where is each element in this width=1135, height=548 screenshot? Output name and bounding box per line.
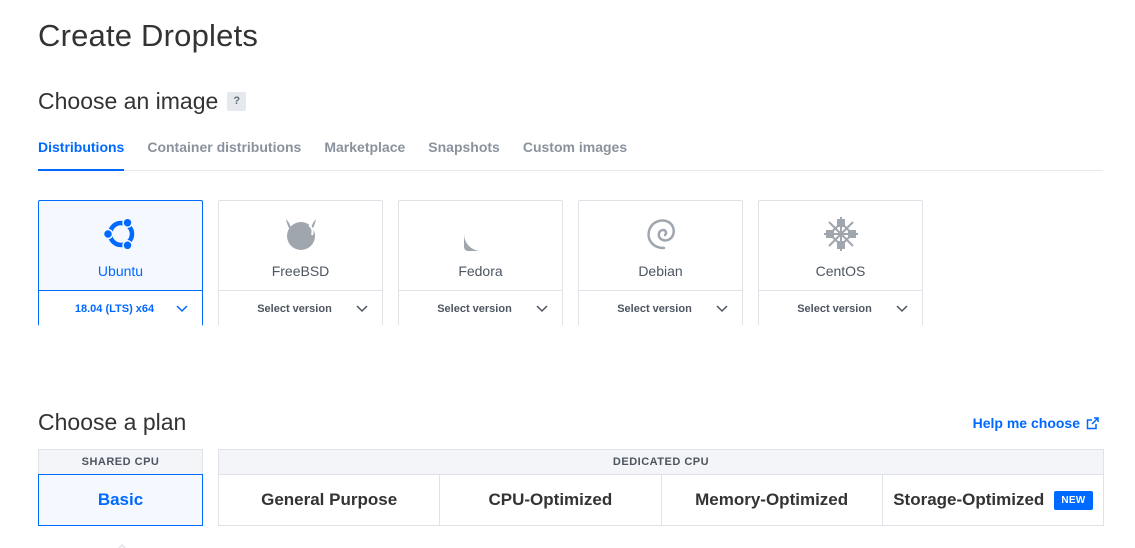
version-select-label: 18.04 (LTS) x64 <box>74 302 155 315</box>
version-select-label: Select version <box>437 302 512 315</box>
choose-plan-title: Choose a plan <box>38 409 187 435</box>
tab-marketplace[interactable]: Marketplace <box>324 137 405 171</box>
tab-custom-images[interactable]: Custom images <box>523 137 627 171</box>
chevron-down-icon <box>716 303 728 315</box>
distro-name: CentOS <box>815 263 866 279</box>
external-link-icon <box>1086 416 1099 429</box>
version-select-freebsd[interactable]: Select version <box>219 290 382 326</box>
distro-card-centos[interactable]: CentOS Select version <box>758 200 923 326</box>
distro-card-body[interactable]: Debian <box>579 201 742 290</box>
centos-icon <box>822 215 860 253</box>
fedora-icon <box>462 215 500 253</box>
dedicated-cpu-header: DEDICATED CPU <box>218 449 1104 474</box>
plan-option-memory-optimized[interactable]: Memory-Optimized <box>661 475 883 525</box>
tab-distributions[interactable]: Distributions <box>38 137 125 171</box>
ubuntu-icon <box>102 215 140 253</box>
distro-name: FreeBSD <box>271 263 330 279</box>
version-select-fedora[interactable]: Select version <box>399 290 562 326</box>
debian-icon <box>642 215 680 253</box>
distro-card-body[interactable]: Ubuntu <box>39 201 202 290</box>
choose-image-title-text: Choose an image <box>38 88 219 114</box>
version-select-ubuntu[interactable]: 18.04 (LTS) x64 <box>39 290 202 326</box>
chevron-down-icon <box>356 303 368 315</box>
distro-card-freebsd[interactable]: FreeBSD Select version <box>218 200 383 326</box>
plan-option-general-purpose[interactable]: General Purpose <box>219 475 441 525</box>
chevron-down-icon <box>896 303 908 315</box>
plan-option-label: Storage-Optimized <box>893 490 1045 509</box>
chevron-down-icon <box>536 303 548 315</box>
image-tabs: Distributions Container distributions Ma… <box>38 137 1103 171</box>
distro-card-body[interactable]: Fedora <box>399 201 562 290</box>
distro-name: Fedora <box>458 263 503 279</box>
help-me-choose-link[interactable]: Help me choose <box>973 415 1099 431</box>
plan-option-storage-optimized[interactable]: Storage-Optimized NEW <box>882 475 1103 525</box>
tab-snapshots[interactable]: Snapshots <box>428 137 500 171</box>
chevron-down-icon <box>176 303 188 315</box>
version-select-label: Select version <box>797 302 872 315</box>
plan-option-basic[interactable]: Basic <box>39 475 202 525</box>
choose-image-title: Choose an image ? <box>38 88 247 115</box>
freebsd-icon <box>282 215 320 253</box>
distro-card-ubuntu[interactable]: Ubuntu 18.04 (LTS) x64 <box>38 200 203 326</box>
shared-cpu-header: SHARED CPU <box>38 449 203 474</box>
distribution-list: Ubuntu 18.04 (LTS) x64 FreeBSD Select ve… <box>38 200 938 326</box>
selection-caret-icon <box>117 543 127 548</box>
distro-card-body[interactable]: FreeBSD <box>219 201 382 290</box>
dedicated-cpu-group: DEDICATED CPU General Purpose CPU-Optimi… <box>218 449 1104 526</box>
plan-option-cpu-optimized[interactable]: CPU-Optimized <box>440 475 662 525</box>
new-badge: NEW <box>1054 490 1093 510</box>
version-select-centos[interactable]: Select version <box>759 290 922 326</box>
version-select-debian[interactable]: Select version <box>579 290 742 326</box>
distro-card-debian[interactable]: Debian Select version <box>578 200 743 326</box>
distro-card-body[interactable]: CentOS <box>759 201 922 290</box>
tab-container-distributions[interactable]: Container distributions <box>147 137 301 171</box>
distro-name: Ubuntu <box>97 263 144 279</box>
shared-cpu-options: Basic <box>38 474 203 526</box>
dedicated-cpu-options: General Purpose CPU-Optimized Memory-Opt… <box>218 474 1104 526</box>
help-me-choose-label: Help me choose <box>972 415 1080 431</box>
help-badge[interactable]: ? <box>227 92 247 111</box>
distro-name: Debian <box>638 263 683 279</box>
plan-selector: SHARED CPU Basic DEDICATED CPU General P… <box>38 449 1104 526</box>
version-select-label: Select version <box>617 302 692 315</box>
version-select-label: Select version <box>257 302 332 315</box>
page-title: Create Droplets <box>38 18 259 53</box>
distro-card-fedora[interactable]: Fedora Select version <box>398 200 563 326</box>
shared-cpu-group: SHARED CPU Basic <box>38 449 203 526</box>
